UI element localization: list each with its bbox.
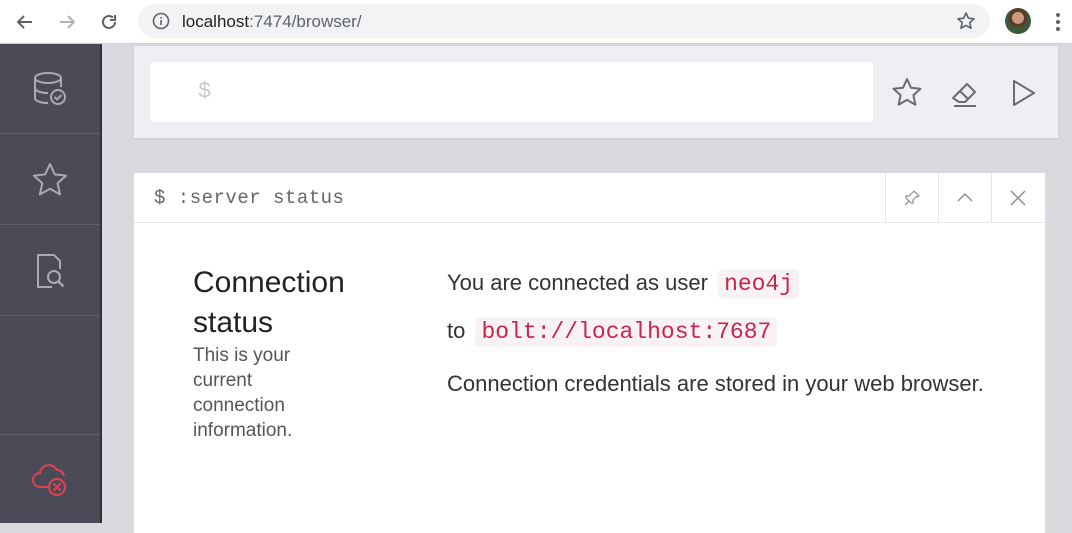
url-text[interactable]: localhost:7474/browser/ xyxy=(182,12,362,32)
pin-icon xyxy=(904,190,920,206)
editor-prompt: $ xyxy=(198,79,212,104)
connected-user-line: You are connected as user neo4j xyxy=(447,269,800,299)
arrow-left-icon xyxy=(16,15,32,29)
to-text: to xyxy=(447,318,466,343)
profile-avatar[interactable] xyxy=(1005,8,1031,34)
username-code: neo4j xyxy=(718,269,800,299)
reload-button[interactable] xyxy=(94,7,124,37)
document-search-icon xyxy=(37,253,65,288)
reload-icon xyxy=(102,14,116,29)
collapse-frame-button[interactable] xyxy=(938,173,991,223)
sidebar-item-favorites[interactable] xyxy=(0,135,100,225)
sidebar-item-documents[interactable] xyxy=(0,226,100,316)
sidebar-connection-status[interactable] xyxy=(0,434,100,523)
query-editor-bar: $ xyxy=(134,46,1058,138)
arrow-right-icon xyxy=(60,15,76,29)
bolt-url-code: bolt://localhost:7687 xyxy=(475,317,778,347)
frame-command[interactable]: $ :server status xyxy=(154,187,344,209)
back-button[interactable] xyxy=(10,7,40,37)
url-path: :7474/browser/ xyxy=(249,12,362,31)
address-bar[interactable]: localhost:7474/browser/ xyxy=(138,4,990,38)
frame-header: $ :server status xyxy=(134,173,1045,223)
clear-editor-button[interactable] xyxy=(946,74,984,112)
connection-status-title: Connection status xyxy=(193,266,345,339)
credentials-note: Connection credentials are stored in you… xyxy=(447,371,984,396)
bookmark-star-icon[interactable] xyxy=(956,11,976,31)
star-icon xyxy=(892,78,922,106)
eraser-icon xyxy=(952,83,976,107)
play-icon xyxy=(1013,80,1035,106)
close-frame-button[interactable] xyxy=(991,173,1044,223)
cloud-disconnected-icon xyxy=(32,464,66,496)
connection-status-subtitle: This is your current connection informat… xyxy=(193,345,293,441)
connected-user-text: You are connected as user xyxy=(447,270,708,295)
sidebar-item-database[interactable] xyxy=(0,44,100,134)
browser-toolbar: localhost:7474/browser/ xyxy=(0,0,1072,44)
browser-menu-button[interactable] xyxy=(1050,8,1066,36)
chevron-up-icon xyxy=(957,193,973,202)
sidebar xyxy=(0,44,102,523)
pin-frame-button[interactable] xyxy=(885,173,938,223)
result-frame: $ :server status Connection status This … xyxy=(134,173,1045,533)
query-editor-input[interactable]: $ xyxy=(150,62,873,122)
close-icon xyxy=(1010,190,1026,206)
info-icon[interactable] xyxy=(152,12,170,30)
database-check-icon xyxy=(34,71,66,105)
run-query-button[interactable] xyxy=(1004,74,1042,112)
bolt-url-line: to bolt://localhost:7687 xyxy=(447,317,778,347)
url-host: localhost xyxy=(182,12,250,31)
forward-button[interactable] xyxy=(52,7,82,37)
favorite-query-button[interactable] xyxy=(888,74,926,112)
star-icon xyxy=(32,162,67,195)
